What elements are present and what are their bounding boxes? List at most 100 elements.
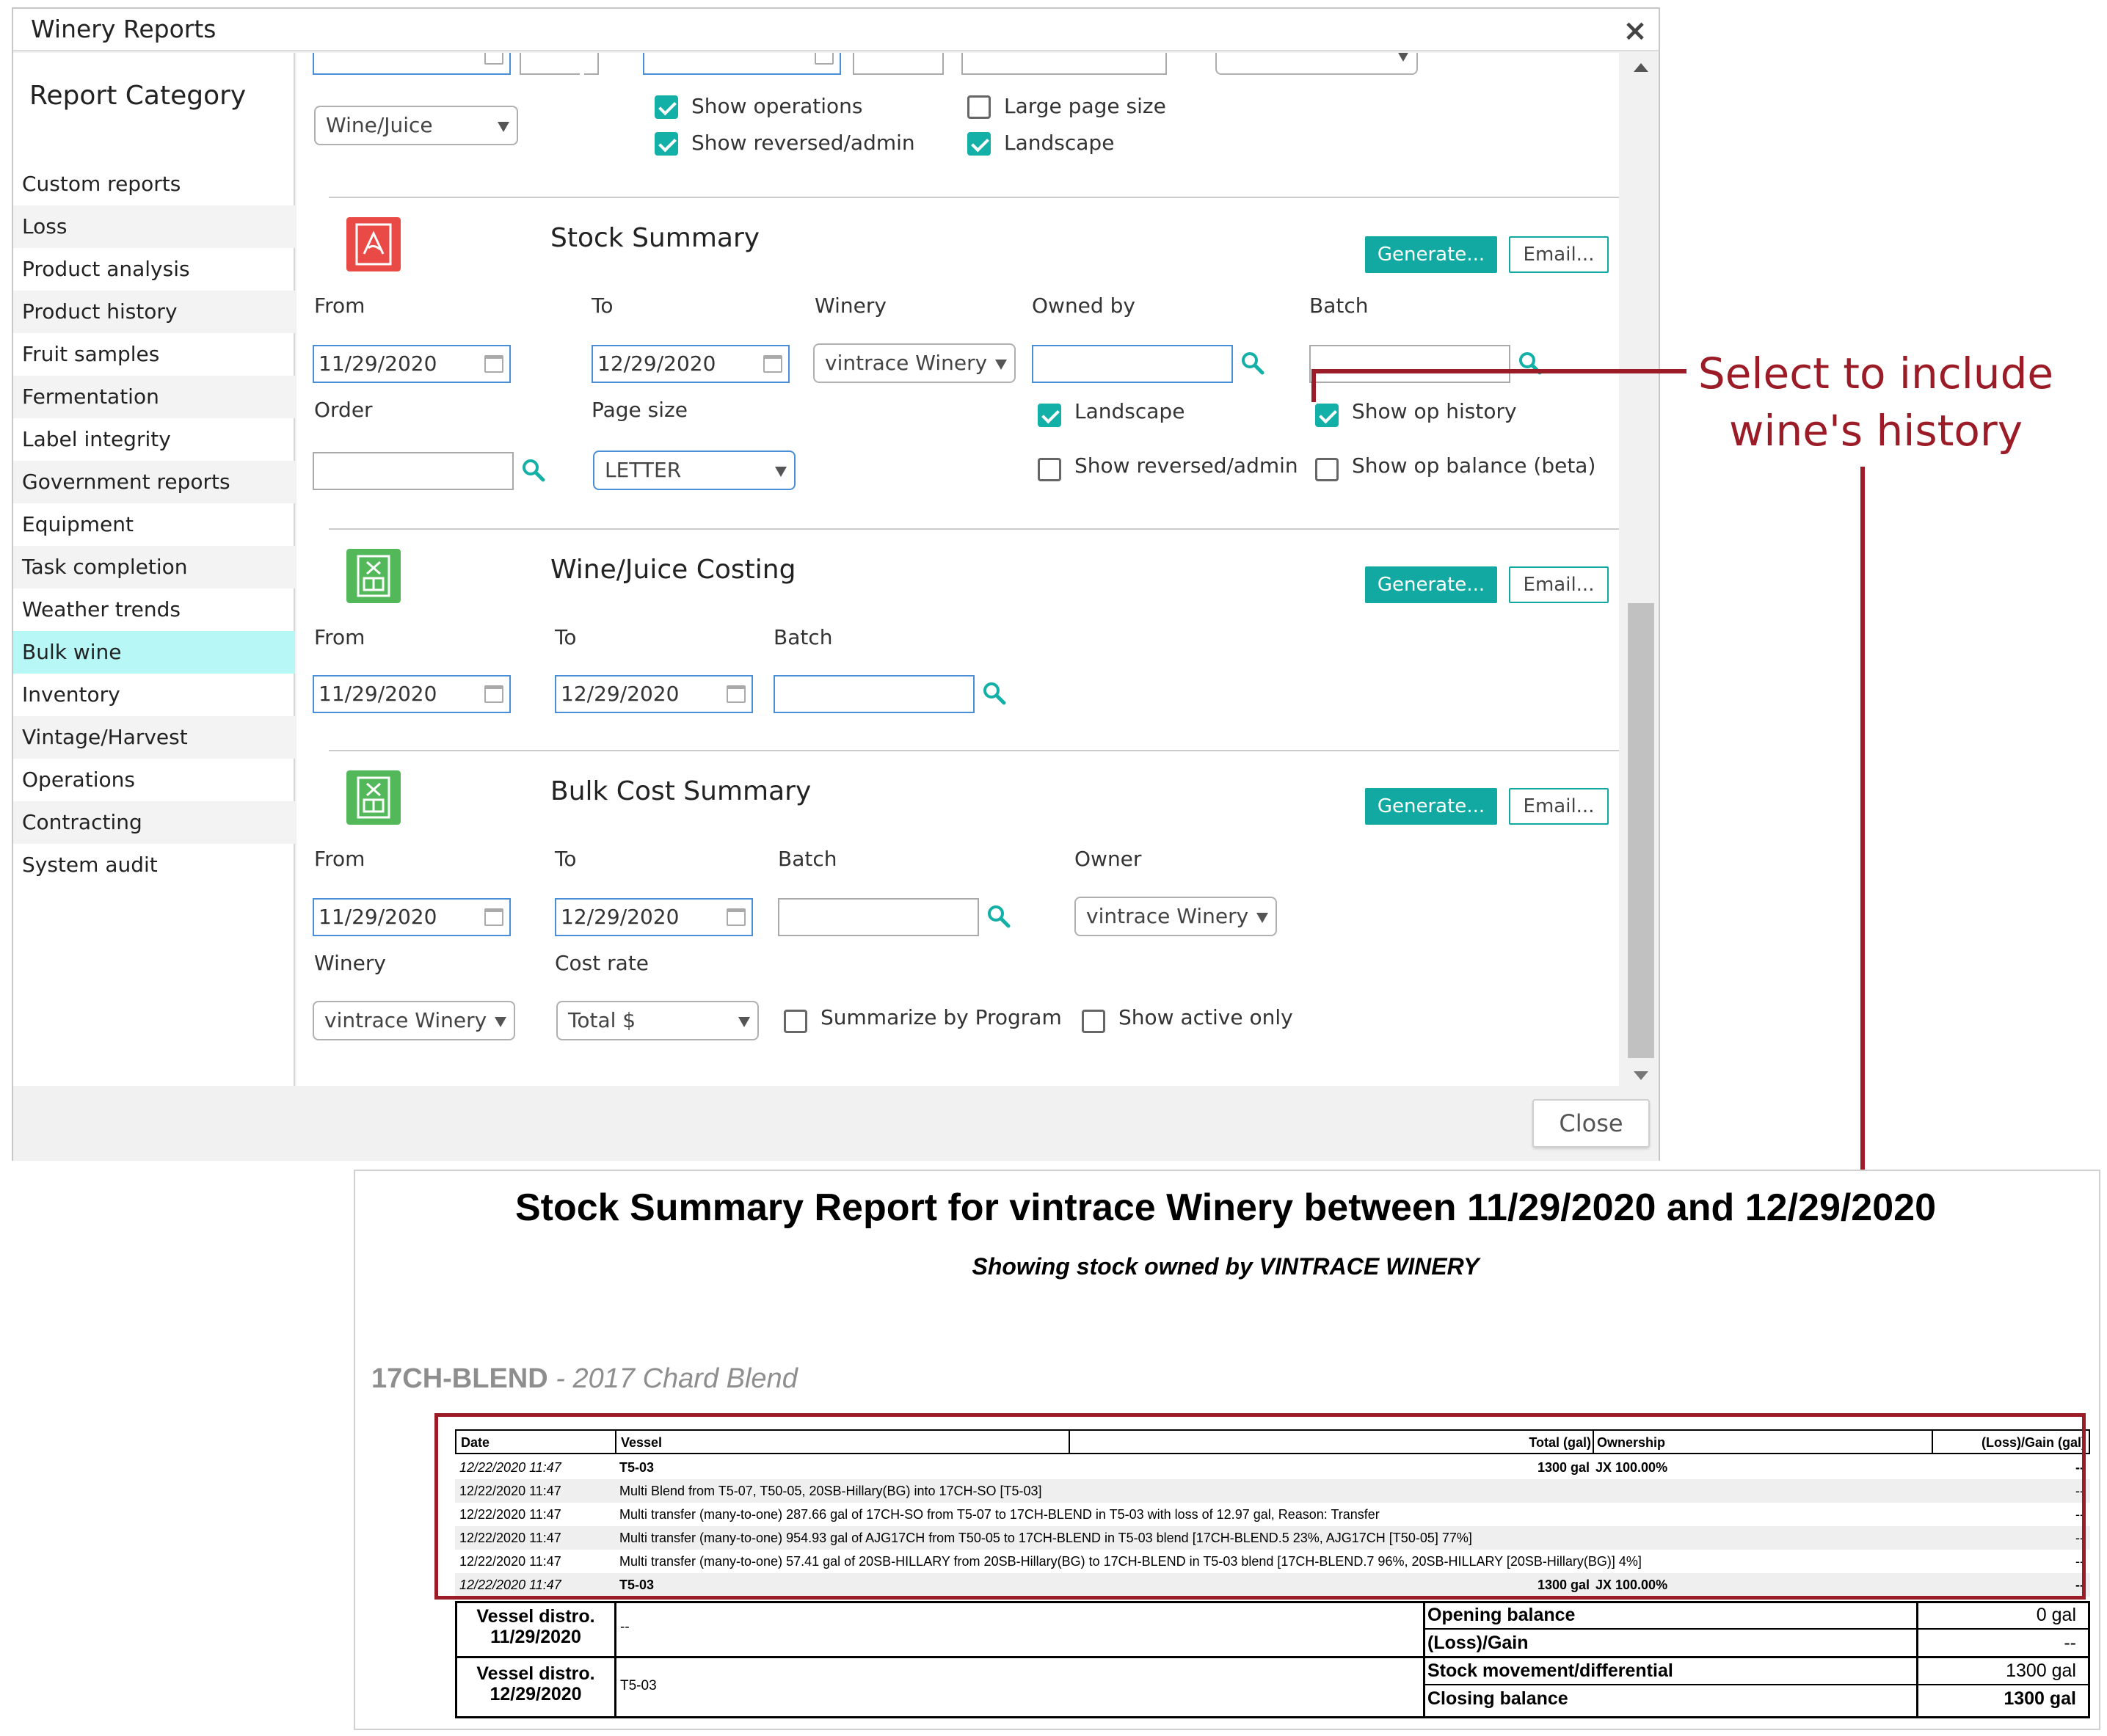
stock-batch-input[interactable] xyxy=(1309,345,1510,383)
show-op-balance-checkbox[interactable] xyxy=(1315,458,1339,481)
sidebar-item-custom-reports[interactable]: Custom reports xyxy=(13,163,295,205)
bulk-owner-select[interactable]: vintrace Winery xyxy=(1074,897,1277,936)
stock-batch-label: Batch xyxy=(1309,293,1369,318)
calendar-icon[interactable] xyxy=(484,355,503,373)
costing-to-date-input[interactable]: 12/29/2020 xyxy=(555,675,753,713)
show-reversed-admin-checkbox[interactable] xyxy=(655,132,678,156)
costing-from-date-input[interactable]: 11/29/2020 xyxy=(313,675,511,713)
bulk-from-label: From xyxy=(314,847,365,871)
search-icon[interactable] xyxy=(982,681,1007,706)
bulk-cost-rate-select[interactable]: Total $ xyxy=(556,1001,759,1040)
dialog-title: Winery Reports xyxy=(31,15,216,43)
bulk-cost-rate-label: Cost rate xyxy=(555,951,649,975)
stock-landscape-label: Landscape xyxy=(1074,399,1185,423)
stock-owned-by-input[interactable] xyxy=(1032,345,1233,383)
content-scrollbar[interactable] xyxy=(1625,53,1657,1086)
calendar-icon[interactable] xyxy=(484,908,503,926)
stock-movement-value: 1300 gal xyxy=(2006,1660,2076,1681)
stock-page-size-select[interactable]: LETTER xyxy=(593,451,796,490)
calendar-icon[interactable] xyxy=(763,355,782,373)
show-active-only-checkbox[interactable] xyxy=(1082,1010,1105,1033)
costing-from-date-value: 11/29/2020 xyxy=(319,682,437,706)
costing-email-button[interactable]: Email... xyxy=(1509,566,1609,603)
sidebar-item-bulk-wine[interactable]: Bulk wine xyxy=(13,631,295,674)
sidebar-item-government-reports[interactable]: Government reports xyxy=(13,461,295,503)
cut-to-time[interactable] xyxy=(853,53,944,75)
stock-winery-select[interactable]: vintrace Winery xyxy=(813,343,1016,383)
close-button[interactable]: Close xyxy=(1532,1099,1650,1148)
calendar-icon[interactable] xyxy=(484,685,503,703)
stock-show-reversed-label: Show reversed/admin xyxy=(1074,453,1298,478)
sidebar-item-equipment[interactable]: Equipment xyxy=(13,503,295,546)
cut-batch-input[interactable] xyxy=(961,53,1167,75)
bulk-winery-select[interactable]: vintrace Winery xyxy=(313,1001,515,1040)
costing-batch-input[interactable] xyxy=(774,675,975,713)
sidebar-item-task-completion[interactable]: Task completion xyxy=(13,546,295,588)
search-icon[interactable] xyxy=(986,904,1011,929)
sidebar-item-loss[interactable]: Loss xyxy=(13,205,295,248)
show-op-history-checkbox[interactable] xyxy=(1315,404,1339,427)
summary-table: Vessel distro. 11/29/2020 -- Vessel dist… xyxy=(455,1601,2090,1718)
calendar-icon[interactable] xyxy=(727,685,746,703)
search-icon[interactable] xyxy=(521,458,546,483)
sidebar-item-fruit-samples[interactable]: Fruit samples xyxy=(13,333,295,376)
show-operations-checkbox[interactable] xyxy=(655,95,678,119)
sidebar-item-contracting[interactable]: Contracting xyxy=(13,801,295,844)
distro-1-value: -- xyxy=(620,1619,630,1635)
bulk-to-date-input[interactable]: 12/29/2020 xyxy=(555,898,753,936)
stock-summary-email-button[interactable]: Email... xyxy=(1509,236,1609,273)
close-icon[interactable]: × xyxy=(1620,16,1650,45)
cut-from-time[interactable] xyxy=(520,53,599,75)
search-icon[interactable] xyxy=(1518,351,1543,376)
stock-from-date-input[interactable]: 11/29/2020 xyxy=(313,345,511,383)
landscape-label: Landscape xyxy=(1004,131,1115,155)
search-icon[interactable] xyxy=(1240,351,1265,376)
sidebar-item-vintage-harvest[interactable]: Vintage/Harvest xyxy=(13,716,295,759)
cut-from-date[interactable] xyxy=(313,53,511,75)
large-page-size-label: Large page size xyxy=(1004,94,1166,118)
stock-landscape-checkbox[interactable] xyxy=(1038,404,1061,427)
stock-summary-title: Stock Summary xyxy=(550,223,760,253)
bulk-cost-email-button[interactable]: Email... xyxy=(1509,788,1609,825)
sidebar-item-product-analysis[interactable]: Product analysis xyxy=(13,248,295,291)
large-page-size-checkbox[interactable] xyxy=(967,95,991,119)
sidebar-item-operations[interactable]: Operations xyxy=(13,759,295,801)
stock-summary-generate-button[interactable]: Generate... xyxy=(1365,236,1497,273)
costing-from-label: From xyxy=(314,625,365,649)
wine-juice-select[interactable]: Wine/Juice xyxy=(314,106,518,145)
bulk-to-label: To xyxy=(555,847,577,871)
bulk-from-date-value: 11/29/2020 xyxy=(319,905,437,929)
bulk-owner-label: Owner xyxy=(1074,847,1142,871)
scroll-down-arrow-icon[interactable] xyxy=(1634,1071,1648,1080)
sidebar-item-weather-trends[interactable]: Weather trends xyxy=(13,588,295,631)
show-active-only-label: Show active only xyxy=(1118,1005,1293,1029)
stock-order-input[interactable] xyxy=(313,452,514,490)
summarize-by-program-checkbox[interactable] xyxy=(784,1010,807,1033)
sidebar-item-fermentation[interactable]: Fermentation xyxy=(13,376,295,418)
calendar-icon[interactable] xyxy=(727,908,746,926)
bulk-batch-label: Batch xyxy=(778,847,837,871)
cut-winery-select[interactable] xyxy=(1215,53,1418,75)
scrollbar-thumb[interactable] xyxy=(1628,603,1654,1058)
sidebar-item-product-history[interactable]: Product history xyxy=(13,291,295,333)
pdf-icon xyxy=(346,217,401,271)
bulk-batch-input[interactable] xyxy=(778,898,979,936)
distro-2-date: 12/29/2020 xyxy=(490,1684,582,1704)
stock-show-reversed-checkbox[interactable] xyxy=(1038,458,1061,481)
cut-to-date[interactable] xyxy=(643,53,841,75)
landscape-checkbox[interactable] xyxy=(967,132,991,156)
sidebar-item-inventory[interactable]: Inventory xyxy=(13,674,295,716)
sidebar-item-label-integrity[interactable]: Label integrity xyxy=(13,418,295,461)
bulk-cost-generate-button[interactable]: Generate... xyxy=(1365,788,1497,825)
costing-generate-button[interactable]: Generate... xyxy=(1365,566,1497,603)
distro-1-label: Vessel distro. xyxy=(476,1606,595,1627)
sidebar-item-system-audit[interactable]: System audit xyxy=(13,844,295,886)
section-divider xyxy=(329,528,1619,530)
scroll-up-arrow-icon[interactable] xyxy=(1634,63,1648,72)
bulk-cost-title: Bulk Cost Summary xyxy=(550,776,812,806)
section-divider xyxy=(329,197,1619,198)
stock-from-label: From xyxy=(314,293,365,318)
stock-to-date-input[interactable]: 12/29/2020 xyxy=(592,345,790,383)
report-category-sidebar: Report Category Custom reports Loss Produc… xyxy=(13,53,295,1086)
bulk-from-date-input[interactable]: 11/29/2020 xyxy=(313,898,511,936)
